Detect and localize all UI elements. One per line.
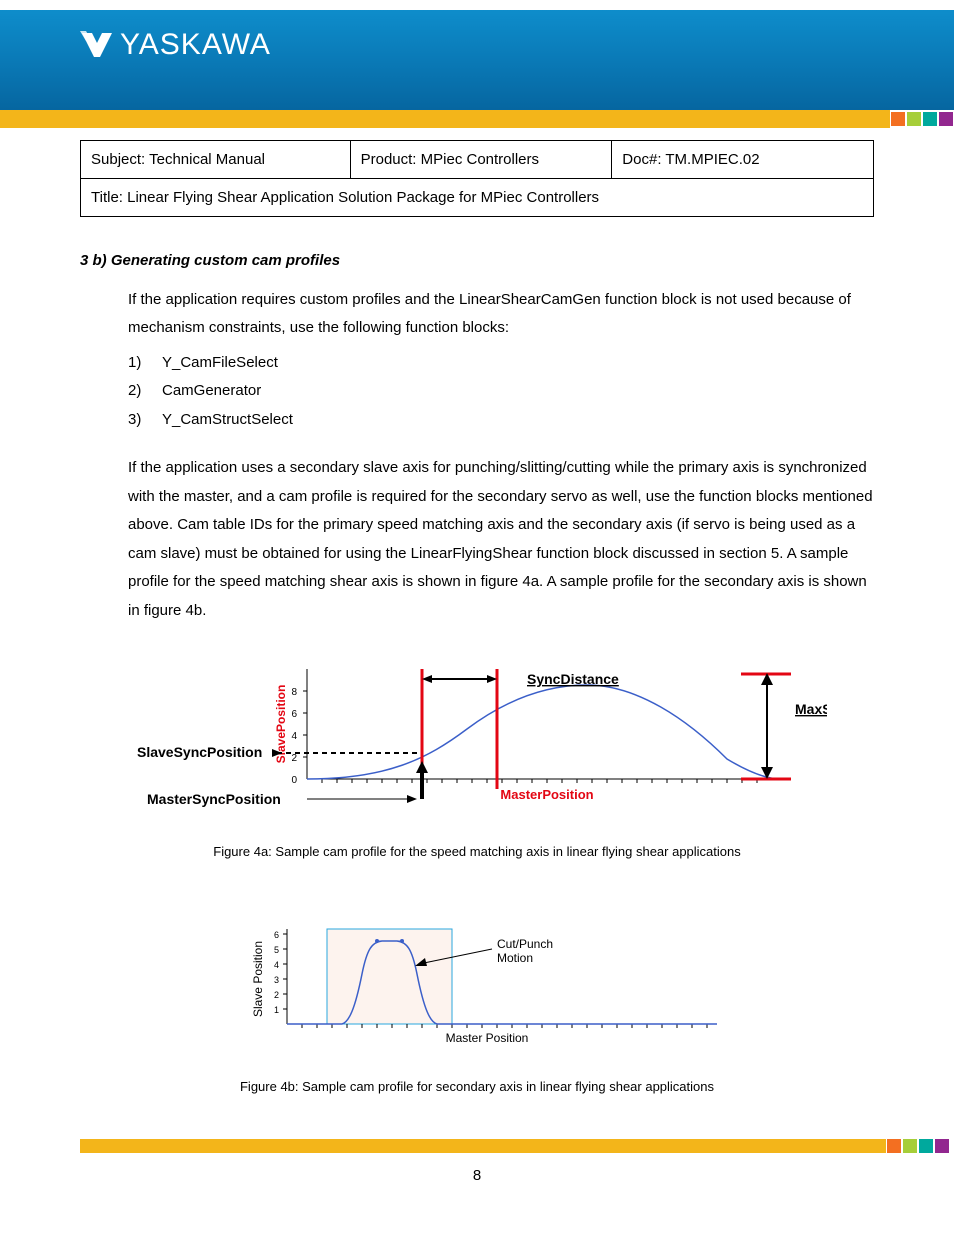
label-slave-sync-position: SlaveSyncPosition bbox=[137, 744, 262, 760]
ytick: 1 bbox=[274, 1005, 279, 1015]
accent-stripe-bottom bbox=[0, 1139, 954, 1153]
seg-teal bbox=[919, 1139, 933, 1153]
section-para2: If the application uses a secondary slav… bbox=[128, 454, 874, 625]
list-item: 1) Y_CamFileSelect bbox=[128, 349, 874, 378]
seg-orange bbox=[887, 1139, 901, 1153]
section-intro-block: If the application requires custom profi… bbox=[128, 286, 874, 626]
brand-name: YASKAWA bbox=[120, 28, 271, 62]
list-item-text: Y_CamStructSelect bbox=[162, 406, 293, 435]
ytick: 2 bbox=[274, 990, 279, 1000]
ytick: 8 bbox=[291, 687, 297, 698]
list-item: 3) Y_CamStructSelect bbox=[128, 406, 874, 435]
body-content: 3 b) Generating custom cam profiles If t… bbox=[80, 247, 874, 1099]
accent-stripe-top bbox=[0, 110, 954, 128]
list-item: 2) CamGenerator bbox=[128, 377, 874, 406]
brand-logo: YASKAWA bbox=[80, 28, 271, 62]
ytick: 6 bbox=[291, 709, 297, 720]
seg-orange bbox=[891, 112, 905, 126]
ytick: 2 bbox=[291, 753, 297, 764]
list-item-text: Y_CamFileSelect bbox=[162, 349, 278, 378]
page-number: 8 bbox=[0, 1167, 954, 1184]
meta-title-label: Title: bbox=[91, 189, 123, 206]
meta-doc-label: Doc#: bbox=[622, 151, 661, 168]
color-segments bbox=[890, 110, 954, 128]
stripe-gold bbox=[0, 110, 890, 128]
label-sync-distance: SyncDistance bbox=[527, 671, 619, 687]
section-heading: 3 b) Generating custom cam profiles bbox=[80, 247, 874, 276]
sync-region-rect bbox=[327, 929, 452, 1024]
figure-4a-caption: Figure 4a: Sample cam profile for the sp… bbox=[80, 840, 874, 865]
seg-teal bbox=[923, 112, 937, 126]
label-max-stroke: MaxStroke bbox=[795, 701, 827, 717]
document-page: YASKAWA Subject: Technical Manual Produc… bbox=[0, 0, 954, 1224]
figure-4a: 0 2 4 6 8 bbox=[80, 649, 874, 830]
figure-4b-caption: Figure 4b: Sample cam profile for second… bbox=[80, 1075, 874, 1100]
document-meta-table: Subject: Technical Manual Product: MPiec… bbox=[80, 140, 874, 217]
seg-lime bbox=[903, 1139, 917, 1153]
meta-doc-value: TM.MPIEC.02 bbox=[665, 151, 759, 168]
label-motion: Motion bbox=[497, 951, 533, 965]
brand-banner: YASKAWA bbox=[0, 0, 954, 110]
meta-product-label: Product: bbox=[361, 151, 417, 168]
color-segments bbox=[886, 1139, 954, 1153]
seg-purple bbox=[935, 1139, 949, 1153]
function-block-list: 1) Y_CamFileSelect 2) CamGenerator 3) Y_… bbox=[128, 349, 874, 435]
list-item-num: 2) bbox=[128, 377, 150, 406]
section-intro: If the application requires custom profi… bbox=[128, 286, 874, 343]
meta-subject: Subject: Technical Manual bbox=[81, 141, 351, 179]
label-master-position: MasterPosition bbox=[500, 787, 593, 802]
list-item-num: 1) bbox=[128, 349, 150, 378]
figure-4b: 1 2 3 4 5 6 bbox=[80, 914, 874, 1065]
ytick: 4 bbox=[291, 731, 297, 742]
meta-title-value: Linear Flying Shear Application Solution… bbox=[127, 189, 599, 206]
list-item-text: CamGenerator bbox=[162, 377, 261, 406]
label-cut-punch: Cut/Punch bbox=[497, 937, 553, 951]
meta-product: Product: MPiec Controllers bbox=[350, 141, 612, 179]
ytick: 0 bbox=[291, 775, 297, 786]
list-item-num: 3) bbox=[128, 406, 150, 435]
label-master-position-b: Master Position bbox=[446, 1031, 529, 1045]
seg-purple bbox=[939, 112, 953, 126]
meta-title: Title: Linear Flying Shear Application S… bbox=[81, 179, 874, 217]
ytick: 3 bbox=[274, 975, 279, 985]
cam-profile-curve bbox=[307, 685, 777, 779]
ytick: 4 bbox=[274, 960, 279, 970]
label-master-sync-position: MasterSyncPosition bbox=[147, 791, 281, 807]
stripe-gold bbox=[80, 1139, 886, 1153]
yaskawa-logo-icon bbox=[80, 31, 114, 59]
meta-doc: Doc#: TM.MPIEC.02 bbox=[612, 141, 874, 179]
ytick: 6 bbox=[274, 930, 279, 940]
ytick: 5 bbox=[274, 945, 279, 955]
meta-subject-label: Subject: bbox=[91, 151, 145, 168]
label-slave-position-b: Slave Position bbox=[251, 941, 265, 1017]
meta-product-value: MPiec Controllers bbox=[421, 151, 539, 168]
meta-subject-value: Technical Manual bbox=[149, 151, 265, 168]
seg-lime bbox=[907, 112, 921, 126]
